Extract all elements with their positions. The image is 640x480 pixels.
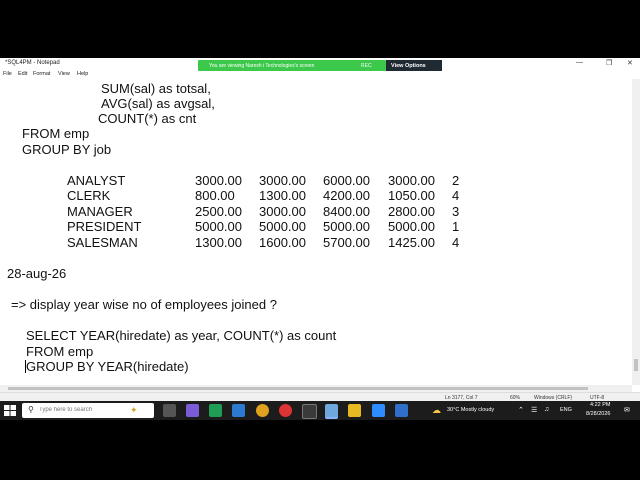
result-job: MANAGER — [67, 204, 133, 219]
result-cell: 3000.00 — [195, 173, 242, 188]
result-cell: 1300.00 — [259, 188, 306, 203]
weather-icon: ☁ — [432, 405, 441, 415]
result-job: SALESMAN — [67, 235, 138, 250]
scroll-thumb[interactable] — [8, 387, 588, 390]
date-line: 28-aug-26 — [7, 266, 67, 281]
query-line: GROUP BY YEAR(hiredate) — [26, 359, 189, 374]
system-tray: ☁ 30°C Mostly cloudy ⌃ ☰ ♫ ENG 4:22 PM 8… — [430, 401, 640, 420]
app-icon[interactable] — [302, 404, 317, 419]
clock-date[interactable]: 8/28/2026 — [586, 411, 610, 417]
vscode-icon[interactable] — [395, 404, 408, 417]
code-line: SUM(sal) as totsal, — [101, 81, 211, 96]
result-cell: 3000.00 — [259, 173, 306, 188]
speaker-icon[interactable]: ♫ — [544, 406, 549, 413]
result-cell: 5000.00 — [259, 219, 306, 234]
chrome-icon[interactable] — [256, 404, 269, 417]
windows-start-icon[interactable] — [3, 404, 17, 417]
file-explorer-icon[interactable] — [348, 404, 361, 417]
query-line: FROM emp — [26, 344, 94, 359]
result-cell: 8400.00 — [323, 204, 370, 219]
zoom-icon[interactable] — [372, 404, 385, 417]
result-job: ANALYST — [67, 173, 126, 188]
task-view-icon[interactable] — [163, 404, 176, 417]
notification-icon[interactable]: ✉ — [624, 406, 630, 414]
taskbar: ⚲ ✦ ☁ 30°C Mostly cloudy ⌃ ☰ ♫ ENG 4:22 … — [0, 401, 640, 420]
vertical-scrollbar[interactable] — [632, 79, 640, 385]
network-icon[interactable]: ☰ — [531, 406, 537, 414]
text-editor[interactable]: SUM(sal) as totsal, AVG(sal) as avgsal, … — [0, 79, 632, 385]
result-cell: 2 — [452, 173, 460, 188]
share-message: You are viewing Naresh i Technologies's … — [209, 63, 315, 69]
search-icon: ⚲ — [28, 405, 34, 414]
result-cell: 2500.00 — [195, 204, 242, 219]
result-cell: 6000.00 — [323, 173, 370, 188]
notepad-icon[interactable] — [325, 404, 338, 419]
result-cell: 5000.00 — [323, 219, 370, 234]
code-line: AVG(sal) as avgsal, — [101, 96, 215, 111]
scroll-thumb[interactable] — [634, 359, 638, 371]
question-line: => display year wise no of employees joi… — [11, 297, 277, 312]
query-line: SELECT YEAR(hiredate) as year, COUNT(*) … — [26, 328, 337, 343]
taskbar-search[interactable]: ⚲ ✦ — [22, 403, 154, 418]
result-cell: 3 — [452, 204, 460, 219]
language-indicator[interactable]: ENG — [560, 407, 572, 413]
code-line: COUNT(*) as cnt — [98, 111, 197, 126]
restore-icon[interactable]: ❐ — [606, 59, 612, 67]
result-cell: 1600.00 — [259, 235, 306, 250]
result-cell: 3000.00 — [388, 173, 435, 188]
menu-format[interactable]: Format — [33, 71, 50, 77]
result-cell: 5000.00 — [388, 219, 435, 234]
window-title: *SQL4PM - Notepad — [5, 60, 60, 66]
result-cell: 1300.00 — [195, 235, 242, 250]
menu-edit[interactable]: Edit — [18, 71, 27, 77]
chevron-up-icon[interactable]: ⌃ — [518, 406, 524, 414]
search-input[interactable] — [39, 405, 129, 415]
copilot-icon[interactable] — [186, 404, 199, 417]
menu-file[interactable]: File — [3, 71, 12, 77]
opera-icon[interactable] — [279, 404, 292, 417]
result-cell: 1050.00 — [388, 188, 435, 203]
result-cell: 4 — [452, 235, 460, 250]
menu-view[interactable]: View — [58, 71, 70, 77]
menu-help[interactable]: Help — [77, 71, 88, 77]
menu-bar: File Edit Format View Help — [0, 70, 640, 79]
code-line: FROM emp — [22, 126, 90, 141]
result-cell: 1425.00 — [388, 235, 435, 250]
result-job: CLERK — [67, 188, 111, 203]
weather-text[interactable]: 30°C Mostly cloudy — [447, 407, 494, 413]
horizontal-scrollbar[interactable] — [0, 385, 632, 392]
minimize-icon[interactable]: — — [576, 59, 583, 66]
result-cell: 5700.00 — [323, 235, 370, 250]
view-options-label: View Options — [391, 63, 426, 69]
close-icon[interactable]: ✕ — [627, 59, 633, 67]
text-cursor — [25, 360, 26, 373]
edge-icon[interactable] — [209, 404, 222, 417]
mail-icon[interactable] — [232, 404, 245, 417]
sparkle-icon: ✦ — [130, 405, 138, 415]
screen: *SQL4PM - Notepad — ❐ ✕ You are viewing … — [0, 58, 640, 420]
result-cell: 1 — [452, 219, 460, 234]
result-job: PRESIDENT — [67, 219, 142, 234]
result-cell: 5000.00 — [195, 219, 242, 234]
clock-time[interactable]: 4:22 PM — [590, 402, 610, 408]
result-cell: 2800.00 — [388, 204, 435, 219]
rec-indicator: REC — [361, 63, 372, 69]
result-cell: 4200.00 — [323, 188, 370, 203]
code-line: GROUP BY job — [22, 142, 112, 157]
result-cell: 3000.00 — [259, 204, 306, 219]
result-cell: 4 — [452, 188, 460, 203]
result-cell: 800.00 — [195, 188, 235, 203]
